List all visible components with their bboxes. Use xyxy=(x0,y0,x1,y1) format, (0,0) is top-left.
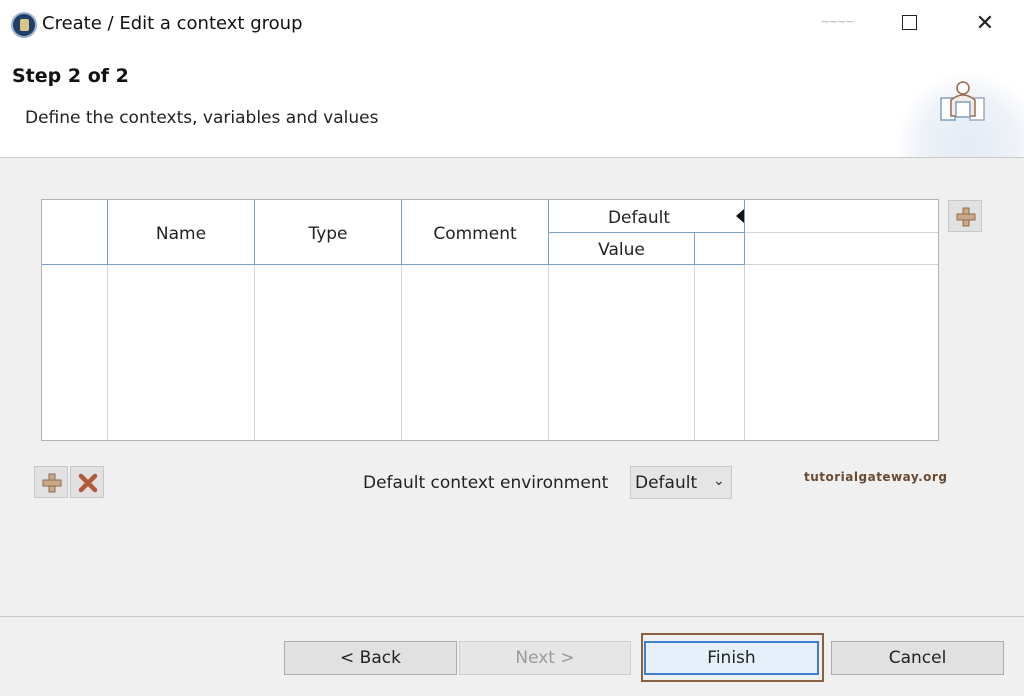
title-bar: Create / Edit a context group ~~~~ ✕ xyxy=(0,0,1024,50)
column-divider xyxy=(744,265,745,440)
header-divider xyxy=(744,200,745,265)
add-context-button[interactable] xyxy=(948,200,982,232)
column-header-type[interactable]: Type xyxy=(255,224,401,244)
column-divider xyxy=(548,265,549,440)
column-divider xyxy=(694,265,695,440)
minimize-button[interactable]: ~~~~ xyxy=(814,10,860,38)
context-table[interactable]: Name Type Comment Default Value xyxy=(41,199,939,441)
default-context-select[interactable]: Default ⌄ xyxy=(630,466,732,499)
column-divider xyxy=(254,265,255,440)
group-underline xyxy=(548,232,745,233)
wizard-header: Step 2 of 2 Define the contexts, variabl… xyxy=(0,50,1024,157)
add-variable-button[interactable] xyxy=(34,466,68,498)
extra-header-line xyxy=(745,232,938,233)
window-title: Create / Edit a context group xyxy=(42,13,303,34)
add-icon xyxy=(42,473,62,493)
header-underline xyxy=(42,264,745,265)
header-separator xyxy=(0,157,1024,158)
maximize-icon xyxy=(901,15,917,30)
column-header-context-default[interactable]: Default xyxy=(549,208,729,228)
chevron-down-icon: ⌄ xyxy=(713,473,725,489)
column-header-comment[interactable]: Comment xyxy=(402,224,548,244)
select-value: Default xyxy=(635,473,698,493)
collapse-arrow-icon[interactable] xyxy=(736,209,744,223)
wizard-users-icon xyxy=(940,81,985,121)
step-description: Define the contexts, variables and value… xyxy=(25,108,379,128)
column-divider xyxy=(107,265,108,440)
header-divider xyxy=(694,232,695,265)
extra-header-line-bottom xyxy=(745,264,938,265)
app-icon xyxy=(11,12,37,38)
back-button[interactable]: < Back xyxy=(284,641,457,675)
maximize-button[interactable] xyxy=(886,10,932,38)
watermark: tutorialgateway.org xyxy=(804,470,948,484)
column-divider xyxy=(401,265,402,440)
footer-separator xyxy=(0,616,1024,617)
default-context-label: Default context environment xyxy=(363,473,609,493)
next-button[interactable]: Next > xyxy=(459,641,631,675)
column-header-value[interactable]: Value xyxy=(549,240,694,260)
add-icon xyxy=(956,207,976,227)
finish-button[interactable]: Finish xyxy=(644,641,819,675)
cancel-button[interactable]: Cancel xyxy=(831,641,1004,675)
close-button[interactable]: ✕ xyxy=(962,10,1008,38)
remove-variable-button[interactable] xyxy=(70,466,104,498)
column-header-name[interactable]: Name xyxy=(108,224,254,244)
step-title: Step 2 of 2 xyxy=(12,65,129,87)
remove-icon xyxy=(78,473,98,493)
